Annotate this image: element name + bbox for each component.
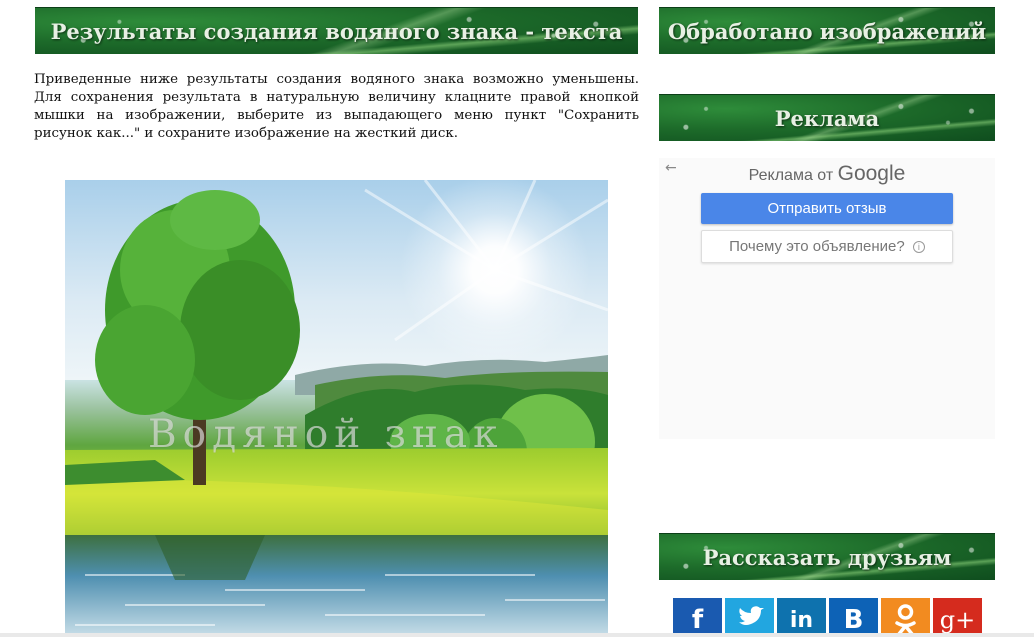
linkedin-icon: in [789, 608, 814, 633]
share-facebook-button[interactable]: f [673, 598, 722, 637]
odnoklassniki-icon [895, 604, 916, 636]
watermark-text: Водяной знак [148, 412, 504, 457]
info-icon: i [912, 241, 925, 253]
share-odnoklassniki-button[interactable] [881, 598, 930, 637]
facebook-icon: f [691, 605, 704, 635]
share-google-plus-button[interactable]: g+ [933, 598, 982, 637]
share-vk-button[interactable]: B [829, 598, 878, 637]
ads-by-google: Реклама от Google [659, 162, 995, 186]
landscape-illustration [65, 180, 608, 637]
ad-widget: ← Реклама от Google Отправить отзыв Поче… [659, 158, 995, 439]
send-feedback-button[interactable]: Отправить отзыв [701, 193, 953, 224]
results-title: Результаты создания водяного знака - тек… [50, 19, 623, 44]
results-banner: Результаты создания водяного знака - тек… [35, 7, 638, 54]
ads-banner: Реклама [659, 94, 995, 141]
google-plus-icon: g+ [939, 606, 976, 634]
ads-title: Реклама [774, 106, 880, 131]
processed-banner: Обработано изображений [659, 7, 995, 54]
twitter-icon [739, 606, 764, 625]
share-banner: Рассказать друзьям [659, 533, 995, 580]
watermarked-image[interactable] [65, 180, 608, 637]
share-title: Рассказать друзьям [702, 545, 952, 570]
ads-by-prefix: Реклама от [748, 167, 834, 184]
why-this-ad-label: Почему это объявление? [729, 238, 905, 255]
share-twitter-button[interactable] [725, 598, 774, 637]
google-logo: Google [837, 162, 906, 185]
why-this-ad-button[interactable]: Почему это объявление? i [701, 230, 953, 263]
intro-text: Приведенные ниже результаты создания вод… [34, 72, 639, 141]
share-linkedin-button[interactable]: in [777, 598, 826, 637]
vk-icon: B [843, 605, 864, 635]
page-scrollbar-track[interactable] [0, 633, 1034, 637]
processed-title: Обработано изображений [667, 19, 987, 44]
